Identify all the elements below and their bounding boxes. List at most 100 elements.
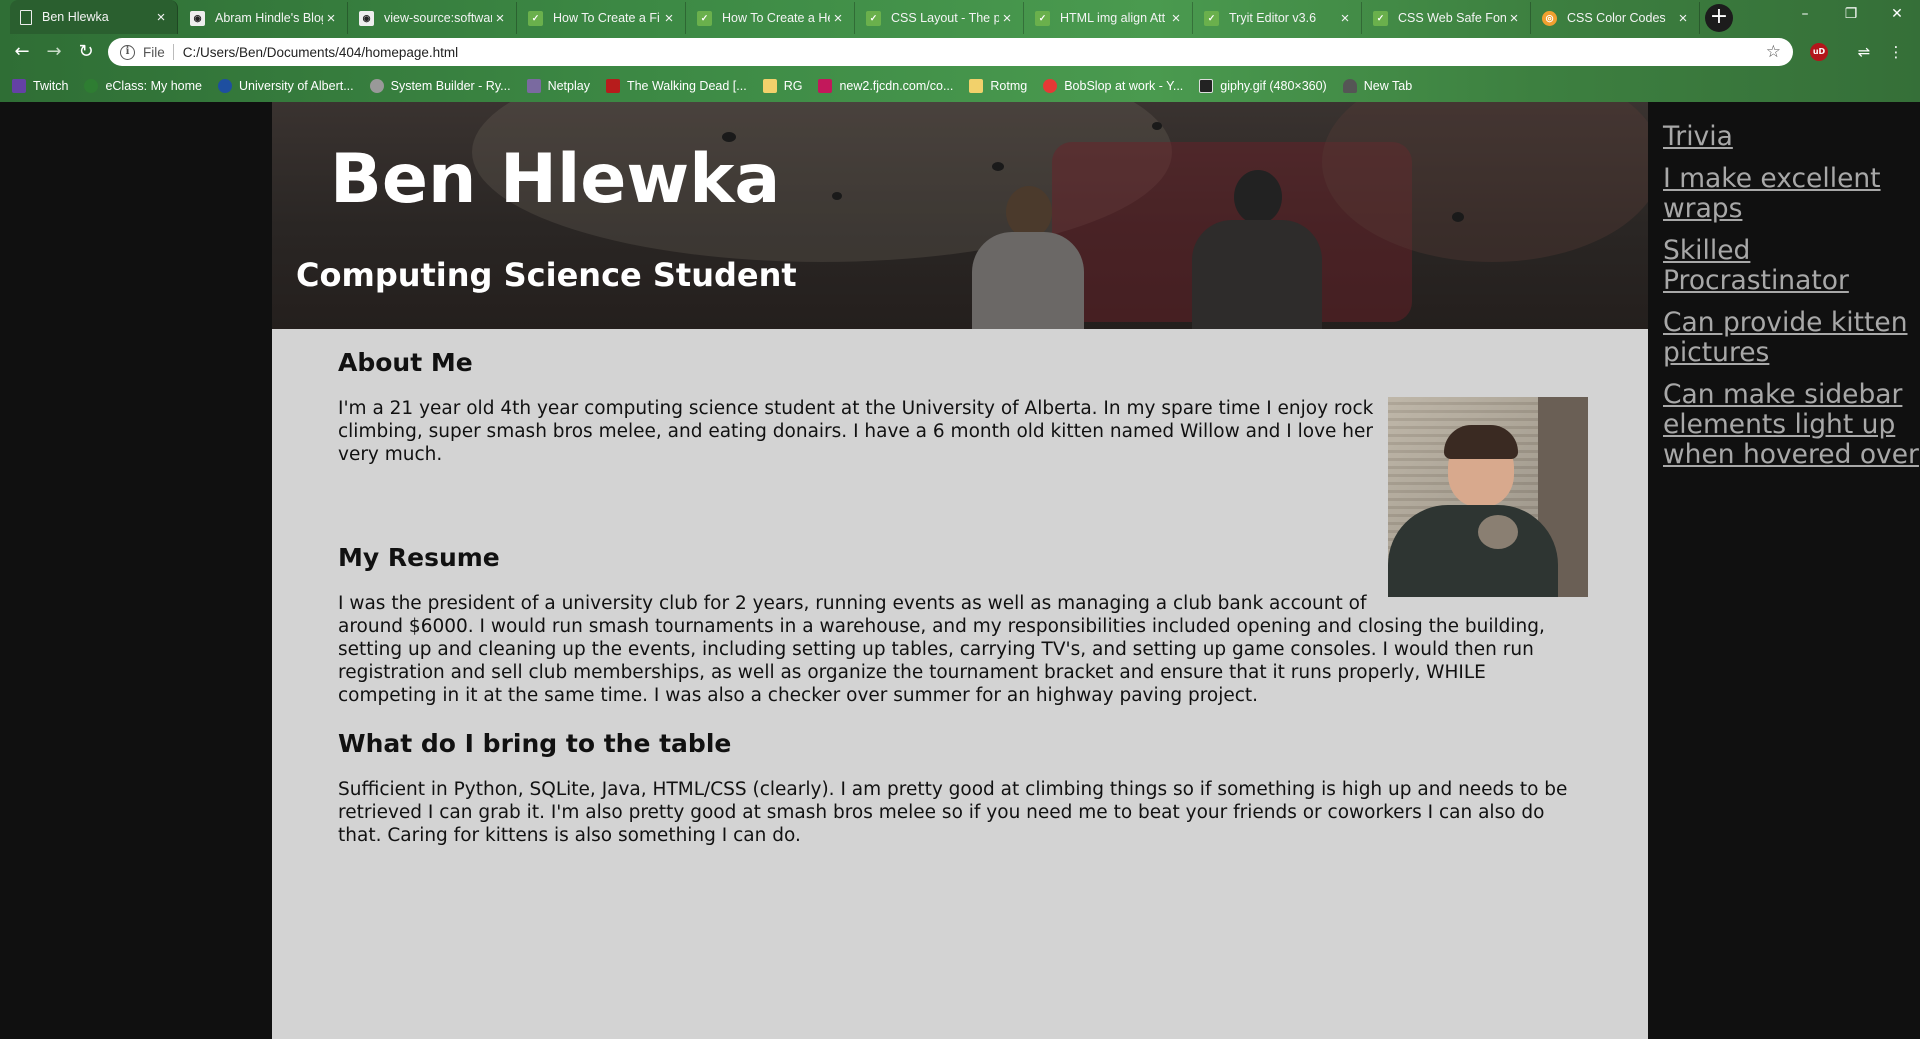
bookmark-rg[interactable]: RG: [762, 79, 803, 93]
bookmark-walking-dead[interactable]: The Walking Dead [...: [605, 79, 747, 93]
image-icon: [818, 79, 833, 93]
climber-head: [1234, 170, 1282, 224]
close-icon[interactable]: ×: [999, 10, 1015, 27]
reload-button[interactable]: ↻: [72, 38, 100, 66]
window-close-button[interactable]: ✕: [1874, 0, 1920, 30]
address-divider: [172, 44, 174, 60]
bookmark-fjcdn[interactable]: new2.fjcdn.com/co...: [818, 79, 953, 93]
climbing-hold: [1152, 122, 1162, 130]
bookmark-netplay[interactable]: Netplay: [526, 79, 590, 93]
bookmark-label: new2.fjcdn.com/co...: [839, 79, 954, 93]
section-heading: About Me: [338, 348, 473, 377]
section-skills: What do I bring to the table Sufficient …: [338, 729, 1588, 847]
tab-web-safe-fonts[interactable]: ✓ CSS Web Safe Fonts ×: [1363, 2, 1531, 34]
close-icon[interactable]: ×: [830, 10, 846, 27]
bookmark-twitch[interactable]: Twitch: [12, 79, 68, 93]
tab-strip: Ben Hlewka × ◉ Abram Hindle's Blog × ◉ v…: [0, 0, 1920, 34]
sidebar-link-kitten-pictures[interactable]: Can provide kitten pictures: [1663, 308, 1920, 368]
hair: [1444, 425, 1518, 459]
page-viewport: Ben Hlewka Computing Science Student Abo…: [0, 102, 1920, 1039]
bookmark-bobslop[interactable]: BobSlop at work - Y...: [1043, 79, 1183, 93]
climbing-hold: [1452, 212, 1464, 222]
bookmark-new-tab[interactable]: New Tab: [1342, 79, 1412, 93]
sidebar-link-wraps[interactable]: I make excellent wraps: [1663, 164, 1920, 224]
tab-ben-hlewka[interactable]: Ben Hlewka ×: [10, 0, 178, 34]
browser-chrome: Ben Hlewka × ◉ Abram Hindle's Blog × ◉ v…: [0, 0, 1920, 102]
extension-icon[interactable]: ⇌: [1854, 42, 1874, 62]
close-icon[interactable]: ×: [1675, 10, 1691, 27]
tab-abram-hindle[interactable]: ◉ Abram Hindle's Blog ×: [180, 2, 348, 34]
maximize-button[interactable]: ❐: [1828, 0, 1874, 30]
close-icon[interactable]: ×: [153, 9, 169, 26]
sidebar-link-hover[interactable]: Can make sidebar elements light up when …: [1663, 380, 1920, 470]
close-icon[interactable]: ×: [323, 10, 339, 27]
browser-menu-icon[interactable]: ⋮: [1886, 42, 1906, 62]
folder-icon: [762, 79, 777, 93]
section-heading: What do I bring to the table: [338, 729, 732, 758]
color-codes-icon: ◎: [1542, 10, 1557, 26]
bookmark-star-icon[interactable]: ☆: [1766, 42, 1781, 62]
folder-icon: [969, 79, 984, 93]
twitch-icon: [12, 79, 26, 93]
globe-icon: [218, 79, 232, 93]
new-tab-button[interactable]: +: [1705, 4, 1733, 32]
climber-head: [1006, 186, 1052, 238]
w3schools-icon: ✓: [697, 10, 712, 26]
youtube-icon: [1043, 79, 1058, 93]
forward-button[interactable]: →: [40, 38, 68, 66]
person-icon: [1342, 79, 1357, 93]
info-icon[interactable]: i: [120, 44, 135, 60]
bookmark-label: System Builder - Ry...: [390, 79, 511, 93]
close-icon[interactable]: ×: [1168, 10, 1184, 27]
bookmark-ualberta[interactable]: University of Albert...: [218, 79, 354, 93]
bookmark-label: eClass: My home: [105, 79, 202, 93]
tab-create-fi[interactable]: ✓ How To Create a Fi ×: [518, 2, 686, 34]
ublock-extension-icon[interactable]: uD: [1810, 43, 1828, 61]
tab-view-source[interactable]: ◉ view-source:softwar ×: [349, 2, 517, 34]
tab-title: Abram Hindle's Blog: [215, 11, 323, 25]
tab-title: How To Create a He: [722, 11, 830, 25]
address-bar[interactable]: i File C:/Users/Ben/Documents/404/homepa…: [108, 38, 1793, 66]
document-icon: [20, 9, 32, 25]
back-button[interactable]: ←: [8, 38, 36, 66]
pcpartpicker-icon: [369, 79, 384, 93]
tab-title: HTML img align Att: [1060, 11, 1166, 25]
minimize-button[interactable]: –: [1782, 0, 1828, 30]
tab-color-codes[interactable]: ◎ CSS Color Codes ×: [1532, 2, 1700, 34]
tab-img-align[interactable]: ✓ HTML img align Att ×: [1025, 2, 1193, 34]
image-icon: [1199, 79, 1214, 93]
kitten: [1478, 515, 1518, 549]
bookmark-label: RG: [783, 79, 803, 93]
bookmark-rotmg[interactable]: Rotmg: [969, 79, 1027, 93]
close-icon[interactable]: ×: [1506, 10, 1522, 27]
bookmark-label: BobSlop at work - Y...: [1064, 79, 1184, 93]
profile-photo: [1388, 397, 1588, 597]
tab-tryit-editor[interactable]: ✓ Tryit Editor v3.6 ×: [1194, 2, 1362, 34]
tab-css-layout[interactable]: ✓ CSS Layout - The p ×: [856, 2, 1024, 34]
main-column: Ben Hlewka Computing Science Student Abo…: [272, 102, 1648, 1039]
close-icon[interactable]: ×: [661, 10, 677, 27]
close-icon[interactable]: ×: [492, 10, 508, 27]
bookmark-label: Rotmg: [990, 79, 1028, 93]
sidebar-link-procrastinator[interactable]: Skilled Procrastinator: [1663, 236, 1920, 296]
bookmark-label: giphy.gif (480×360): [1220, 79, 1327, 93]
sidebar-link-trivia[interactable]: Trivia: [1663, 122, 1920, 152]
bookmark-eclass[interactable]: eClass: My home: [84, 79, 202, 93]
bookmark-system-builder[interactable]: System Builder - Ry...: [369, 79, 511, 93]
page-title: Ben Hlewka: [330, 140, 781, 219]
address-url[interactable]: C:/Users/Ben/Documents/404/homepage.html: [183, 45, 1766, 60]
close-icon[interactable]: ×: [1337, 10, 1353, 27]
tab-title: Tryit Editor v3.6: [1229, 11, 1317, 25]
bookmark-label: University of Albert...: [239, 79, 354, 93]
tab-create-he[interactable]: ✓ How To Create a He ×: [687, 2, 855, 34]
section-about: About Me I'm a 21 year old 4th year comp…: [338, 348, 1588, 597]
w3schools-icon: ✓: [1035, 10, 1050, 26]
section-body: I was the president of a university club…: [338, 593, 1545, 706]
climber-figure: [972, 232, 1084, 329]
sidebar: Trivia I make excellent wraps Skilled Pr…: [1663, 122, 1920, 482]
tab-title: CSS Layout - The p: [891, 11, 999, 25]
bookmark-label: The Walking Dead [...: [626, 79, 747, 93]
bookmark-label: Netplay: [547, 79, 590, 93]
bookmark-giphy[interactable]: giphy.gif (480×360): [1199, 79, 1327, 93]
w3schools-icon: ✓: [866, 10, 881, 26]
